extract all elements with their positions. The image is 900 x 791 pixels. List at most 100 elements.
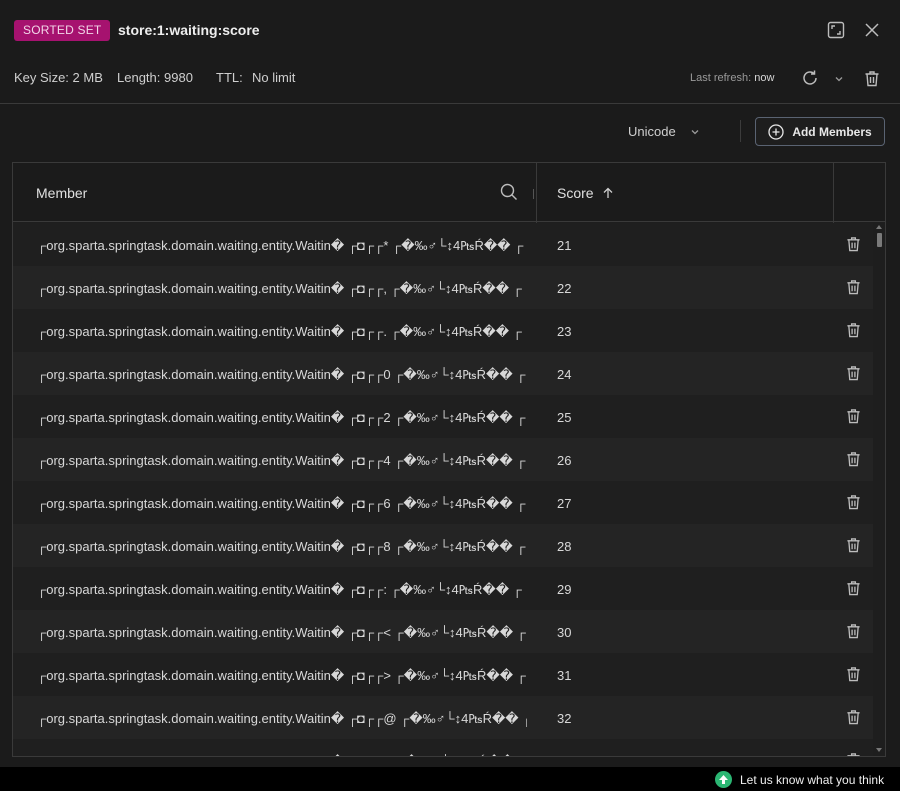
score-cell[interactable]: 29 [557,582,571,597]
format-select-value: Unicode [628,124,676,139]
delete-member-button[interactable] [846,494,862,511]
table-scrollbar[interactable] [874,223,885,756]
key-length: Length: 9980 [117,70,193,85]
score-cell[interactable]: 26 [557,453,571,468]
score-cell[interactable]: 22 [557,281,571,296]
table-header: Member Score [13,163,885,222]
add-members-label: Add Members [792,124,872,139]
member-cell: ┌org.sparta.springtask.domain.waiting.en… [37,711,527,726]
score-cell[interactable]: 25 [557,410,571,425]
table-row[interactable]: ┌org.sparta.springtask.domain.waiting.en… [13,696,873,739]
score-cell[interactable]: 32 [557,711,571,726]
delete-member-button[interactable] [846,709,862,726]
feedback-icon [715,771,732,788]
score-cell[interactable]: 28 [557,539,571,554]
chevron-down-icon [691,129,699,134]
score-cell[interactable]: 21 [557,238,571,253]
search-icon [500,183,517,200]
member-cell: ┌org.sparta.springtask.domain.waiting.en… [37,453,526,468]
delete-member-button[interactable] [846,236,862,253]
delete-member-button[interactable] [846,666,862,683]
add-members-button[interactable]: Add Members [755,117,885,146]
table-body: ┌org.sparta.springtask.domain.waiting.en… [13,223,873,756]
table-row[interactable]: ┌org.sparta.springtask.domain.waiting.en… [13,567,873,610]
trash-icon [847,280,860,295]
member-cell: ┌org.sparta.springtask.domain.waiting.en… [37,281,522,296]
score-cell[interactable]: 24 [557,367,571,382]
table-row[interactable]: ┌org.sparta.springtask.domain.waiting.en… [13,352,873,395]
trash-icon [847,581,860,596]
column-resize-handle[interactable] [531,187,539,199]
last-refresh: Last refresh: now [690,72,774,84]
last-refresh-label: Last refresh: [690,72,752,84]
table-row[interactable]: ┌org.sparta.springtask.domain.waiting.en… [13,481,873,524]
chevron-down-icon [835,77,843,82]
trash-icon [847,495,860,510]
delete-member-button[interactable] [846,408,862,425]
member-cell: ┌org.sparta.springtask.domain.waiting.en… [37,496,526,511]
score-cell[interactable]: 27 [557,496,571,511]
trash-icon [847,237,860,252]
close-button[interactable] [862,20,882,40]
trash-icon [847,323,860,338]
refresh-button[interactable] [800,68,820,88]
delete-member-button[interactable] [846,623,862,640]
table-row[interactable]: ┌org.sparta.springtask.domain.waiting.en… [13,438,873,481]
key-size-value: 2 MB [72,70,103,85]
feedback-link[interactable]: Let us know what you think [715,771,884,788]
auto-refresh-dropdown[interactable] [832,72,846,86]
table-row[interactable]: ┌org.sparta.springtask.domain.waiting.en… [13,739,873,756]
table-row[interactable]: ┌org.sparta.springtask.domain.waiting.en… [13,309,873,352]
trash-icon [847,538,860,553]
scroll-up-arrow[interactable] [876,225,882,229]
score-column-header[interactable]: Score [557,185,614,201]
close-icon [865,23,879,37]
member-cell: ┌org.sparta.springtask.domain.waiting.en… [37,754,527,756]
member-cell: ┌org.sparta.springtask.domain.waiting.en… [37,238,524,253]
search-member-button[interactable] [500,183,520,203]
key-size: Key Size: 2 MB [14,70,103,85]
table-row[interactable]: ┌org.sparta.springtask.domain.waiting.en… [13,223,873,266]
expand-icon [827,21,845,39]
trash-icon [847,452,860,467]
feedback-label: Let us know what you think [740,772,885,787]
member-column-header: Member [36,185,88,201]
trash-icon [865,70,879,86]
delete-member-button[interactable] [846,537,862,554]
delete-member-button[interactable] [846,322,862,339]
format-select[interactable]: Unicode [628,124,700,139]
member-cell: ┌org.sparta.springtask.domain.waiting.en… [37,539,526,554]
sort-ascending-icon [603,187,613,198]
table-row[interactable]: ┌org.sparta.springtask.domain.waiting.en… [13,653,873,696]
key-name[interactable]: store:1:waiting:score [118,22,260,38]
member-cell: ┌org.sparta.springtask.domain.waiting.en… [37,324,522,339]
refresh-icon [803,70,817,85]
score-cell[interactable]: 33 [557,754,571,756]
key-type-badge: SORTED SET [14,20,111,41]
table-row[interactable]: ┌org.sparta.springtask.domain.waiting.en… [13,524,873,567]
score-cell[interactable]: 23 [557,324,571,339]
scroll-down-arrow[interactable] [876,748,882,752]
table-row[interactable]: ┌org.sparta.springtask.domain.waiting.en… [13,395,873,438]
trash-icon [847,667,860,682]
toolbar-divider [740,120,741,142]
trash-icon [847,753,860,756]
delete-member-button[interactable] [846,451,862,468]
table-row[interactable]: ┌org.sparta.springtask.domain.waiting.en… [13,610,873,653]
delete-member-button[interactable] [846,580,862,597]
expand-button[interactable] [826,20,846,40]
score-cell[interactable]: 30 [557,625,571,640]
delete-member-button[interactable] [846,365,862,382]
trash-icon [847,624,860,639]
scrollbar-thumb[interactable] [877,233,882,247]
delete-member-button[interactable] [846,279,862,296]
key-header: SORTED SET store:1:waiting:score Key Siz… [0,0,900,104]
score-cell[interactable]: 31 [557,668,571,683]
delete-member-button[interactable] [846,752,862,756]
trash-icon [847,409,860,424]
key-length-label: Length: [117,70,161,85]
key-length-value: 9980 [164,70,193,85]
table-row[interactable]: ┌org.sparta.springtask.domain.waiting.en… [13,266,873,309]
delete-key-button[interactable] [862,68,882,88]
key-ttl-value[interactable]: No limit [252,70,295,85]
